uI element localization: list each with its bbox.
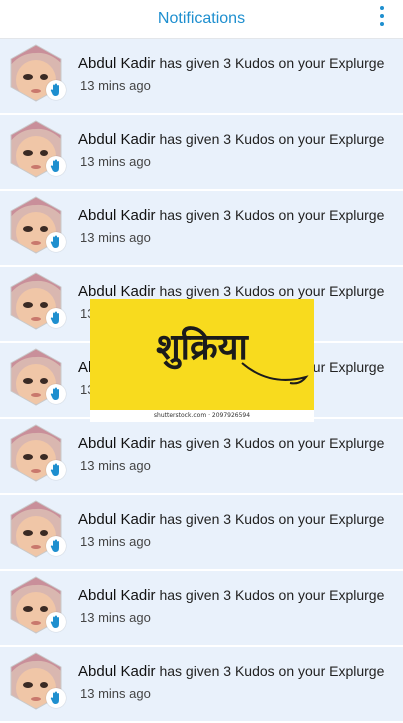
timestamp: 13 mins ago [80,686,151,701]
notification-text: Abdul Kadir has given 3 Kudos on your Ex… [78,435,398,473]
kudos-hand-icon [46,80,66,100]
notification-item[interactable]: Abdul Kadir has given 3 Kudos on your Ex… [0,115,403,191]
timestamp: 13 mins ago [80,78,151,93]
timestamp: 13 mins ago [80,534,151,549]
user-name[interactable]: Abdul Kadir [78,663,156,680]
notification-item[interactable]: Abdul Kadir has given 3 Kudos on your Ex… [0,419,403,495]
kudos-hand-icon [46,536,66,556]
kudos-hand-icon [46,232,66,252]
notification-message: has given 3 Kudos on your Explurge [159,511,385,527]
notification-message: has given 3 Kudos on your Explurge [159,663,385,679]
page-title: Notifications [157,10,246,27]
user-name[interactable]: Abdul Kadir [78,435,156,452]
watermark-text: shutterstock.com · 2097926594 [90,410,314,422]
notification-item[interactable]: Abdul Kadir has given 3 Kudos on your Ex… [0,495,403,571]
notification-text: Abdul Kadir has given 3 Kudos on your Ex… [78,511,398,549]
notification-message: has given 3 Kudos on your Explurge [159,207,385,223]
notification-text: Abdul Kadir has given 3 Kudos on your Ex… [78,55,398,93]
kudos-hand-icon [46,688,66,708]
notification-text: Abdul Kadir has given 3 Kudos on your Ex… [78,131,398,169]
shukriya-image: शुक्रिया shutterstock.com · 2097926594 [90,299,314,422]
notification-message: has given 3 Kudos on your Explurge [159,131,385,147]
timestamp: 13 mins ago [80,610,151,625]
kudos-hand-icon [46,384,66,404]
timestamp: 13 mins ago [80,458,151,473]
user-name[interactable]: Abdul Kadir [78,131,156,148]
notification-message: has given 3 Kudos on your Explurge [159,587,385,603]
notification-item[interactable]: Abdul Kadir has given 3 Kudos on your Ex… [0,571,403,647]
timestamp: 13 mins ago [80,230,151,245]
kudos-hand-icon [46,612,66,632]
notification-message: has given 3 Kudos on your Explurge [159,55,385,71]
notification-item[interactable]: Abdul Kadir has given 3 Kudos on your Ex… [0,39,403,115]
kudos-hand-icon [46,156,66,176]
user-name[interactable]: Abdul Kadir [78,587,156,604]
swirl-decoration [241,362,309,385]
user-name[interactable]: Abdul Kadir [78,283,156,300]
notification-text: Abdul Kadir has given 3 Kudos on your Ex… [78,587,398,625]
user-name[interactable]: Abdul Kadir [78,55,156,72]
notification-text: Abdul Kadir has given 3 Kudos on your Ex… [78,663,398,701]
app-header: Notifications [0,0,403,39]
more-vertical-icon[interactable] [377,6,387,26]
notification-text: Abdul Kadir has given 3 Kudos on your Ex… [78,207,398,245]
notification-item[interactable]: Abdul Kadir has given 3 Kudos on your Ex… [0,191,403,267]
user-name[interactable]: Abdul Kadir [78,207,156,224]
user-name[interactable]: Abdul Kadir [78,511,156,528]
kudos-hand-icon [46,308,66,328]
kudos-hand-icon [46,460,66,480]
notification-item[interactable]: Abdul Kadir has given 3 Kudos on your Ex… [0,647,403,723]
timestamp: 13 mins ago [80,154,151,169]
notification-message: has given 3 Kudos on your Explurge [159,435,385,451]
notification-message: has given 3 Kudos on your Explurge [159,283,385,299]
